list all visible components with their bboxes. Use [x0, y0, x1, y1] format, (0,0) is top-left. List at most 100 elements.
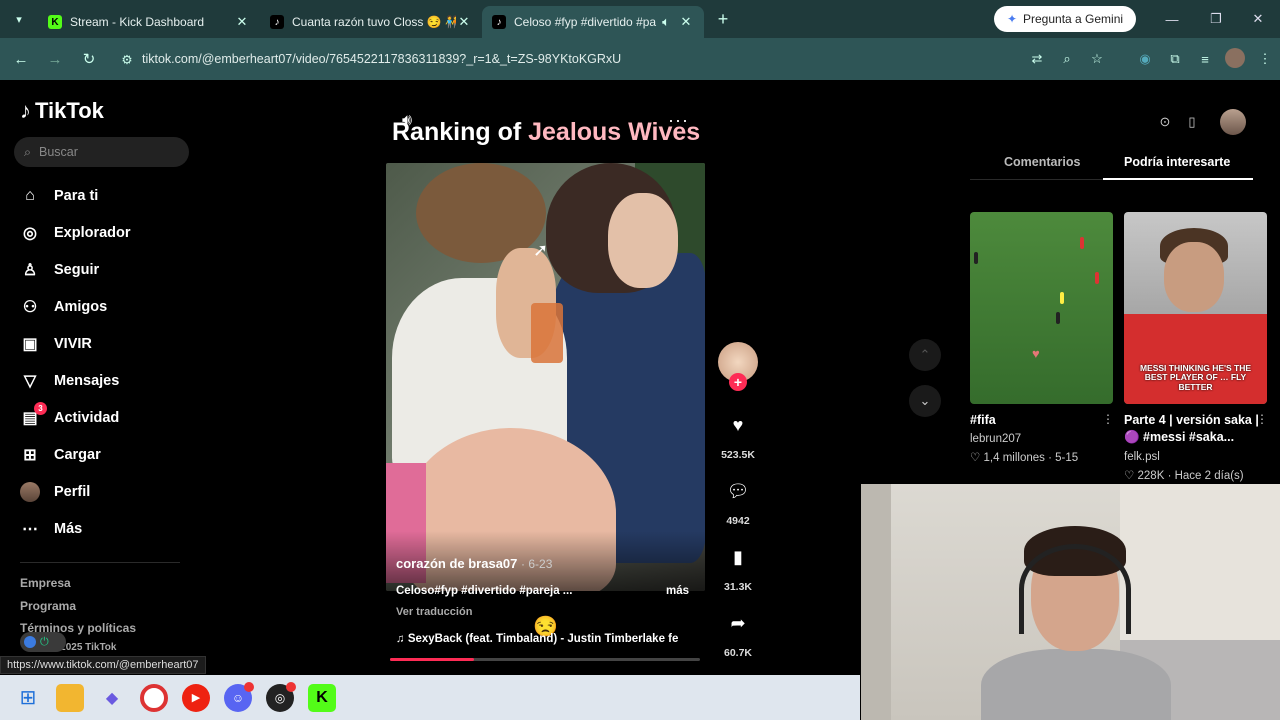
related-video-title[interactable]: #fifa — [970, 412, 1110, 429]
tab-related[interactable]: Podría interesarte — [1124, 155, 1230, 169]
sidebar-item-seguir[interactable]: ♙ Seguir — [20, 260, 99, 280]
chrome-menu-icon[interactable]: ⋮ — [1250, 51, 1280, 67]
home-icon: ⌂ — [25, 187, 35, 204]
post-date: 5-15 — [1055, 452, 1079, 464]
upload-icon: ⊞ — [23, 447, 37, 464]
user-avatar[interactable] — [1220, 109, 1246, 135]
site-info-icon[interactable]: ⚙ — [112, 52, 142, 67]
sidebar-item-label: Explorador — [54, 225, 131, 241]
chrome-icon[interactable] — [140, 683, 168, 712]
video-progress-bar[interactable] — [390, 658, 700, 661]
windows-start-icon[interactable]: ⊞ — [14, 684, 42, 712]
translate-icon[interactable]: ⇄ — [1022, 51, 1052, 67]
compass-icon[interactable]: ⊙ — [1153, 110, 1177, 134]
toolbar-icons: ⇄ ⌕ ☆ ◉ ⧉ ≡ ⋮ — [1022, 38, 1280, 80]
previous-video-button[interactable]: ⌃ — [909, 339, 941, 371]
save-button[interactable]: ▮ 31.3K — [716, 537, 760, 594]
back-arrow-icon[interactable]: ← — [4, 42, 38, 76]
video-author[interactable]: corazón de brasa07 · 6-23 — [396, 556, 552, 571]
sidebar-item-vivir[interactable]: ▣ VIVIR — [20, 334, 91, 354]
sidebar-item-label: Amigos — [54, 299, 108, 315]
sidebar-item-perfil[interactable]: Perfil — [20, 482, 90, 502]
search-icon: ⌕ — [24, 144, 32, 159]
sidebar-item-para-ti[interactable]: ⌂ Para ti — [20, 186, 98, 206]
puzzle-icon[interactable]: ⧉ — [1160, 51, 1190, 67]
comment-count: 4942 — [726, 515, 750, 527]
follow-plus-button[interactable]: + — [729, 373, 747, 391]
sidebar-item-actividad[interactable]: ▤ 3 Actividad — [20, 402, 119, 428]
close-tab-icon[interactable]: ✕ — [678, 14, 694, 30]
bookmark-star-icon[interactable]: ☆ — [1082, 51, 1112, 67]
close-window-button[interactable]: ✕ — [1236, 0, 1280, 38]
volume-icon[interactable]: 🔊︎ — [402, 112, 412, 130]
footer-link-programa[interactable]: Programa — [20, 599, 76, 613]
heart-outline-icon: ♡ — [1124, 470, 1138, 482]
sidebar-item-explorador[interactable]: ◎ Explorador — [20, 223, 131, 243]
zoom-icon[interactable]: ⌕ — [1052, 51, 1082, 67]
tiktok-favicon-icon: ♪ — [492, 15, 506, 29]
forward-arrow-icon[interactable]: → — [38, 42, 72, 76]
close-tab-icon[interactable]: ✕ — [234, 14, 250, 30]
sidebar-item-mensajes[interactable]: ▽ Mensajes — [20, 371, 119, 391]
profile-avatar — [20, 482, 40, 502]
tab-tiktok-1[interactable]: ♪ Cuanta razón tuvo Closs 😏 🧑‍🤝‍🧑 # ✕ — [260, 6, 482, 38]
tab-tiktok-active[interactable]: ♪ Celoso #fyp #divertido #pa 🔈︎ ✕ — [482, 6, 704, 38]
app-diamond-icon[interactable]: ◆ — [98, 684, 126, 712]
gemini-button[interactable]: ✦ Pregunta a Gemini — [994, 6, 1136, 32]
heart-outline-icon: ♡ — [970, 452, 984, 464]
footer-link-empresa[interactable]: Empresa — [20, 576, 71, 590]
card-menu-icon[interactable]: ⋮ — [1102, 412, 1114, 426]
new-tab-button[interactable]: + — [708, 9, 738, 30]
title-prefix: Ranking of — [392, 118, 529, 146]
heart-icon: ♥ — [1032, 346, 1040, 361]
search-input[interactable]: ⌕ Buscar — [14, 137, 189, 167]
related-video-author[interactable]: lebrun207 — [970, 433, 1021, 445]
url-field[interactable]: ⚙ tiktok.com/@emberheart07/video/7654522… — [112, 43, 1072, 75]
mobile-icon[interactable]: ▯ — [1180, 110, 1204, 134]
obs-icon[interactable]: ◎ — [266, 681, 296, 712]
related-video-title[interactable]: Parte 4 | versión saka | 🟣 #messi #saka.… — [1124, 412, 1264, 446]
sidebar-item-cargar[interactable]: ⊞ Cargar — [20, 445, 100, 465]
related-video-author[interactable]: felk.psl — [1124, 451, 1160, 463]
sidebar-item-amigos[interactable]: ⚇ Amigos — [20, 297, 107, 317]
extension-icon[interactable]: ◉ — [1130, 51, 1160, 67]
sidebar-item-label: Seguir — [54, 262, 100, 278]
sidebar-item-label: Más — [54, 521, 83, 537]
file-explorer-icon[interactable] — [56, 683, 84, 712]
comment-button[interactable]: 💬︎ 4942 — [716, 471, 760, 528]
card-menu-icon[interactable]: ⋮ — [1256, 412, 1268, 426]
activity-icon: ▤ 3 — [20, 402, 47, 428]
close-tab-icon[interactable]: ✕ — [456, 14, 472, 30]
more-caption-button[interactable]: más — [666, 585, 689, 597]
tiktok-logo[interactable]: ♪ TikTok — [20, 98, 104, 124]
active-tab-indicator — [1103, 178, 1253, 180]
share-button[interactable]: ➦ 60.7K — [716, 603, 760, 660]
video-overlay-title: Ranking of Jealous Wives — [392, 118, 700, 147]
media-icon[interactable]: ≡ — [1190, 52, 1220, 67]
kick-icon[interactable]: K — [308, 683, 336, 712]
sidebar-item-label: Para ti — [54, 188, 99, 204]
music-track[interactable]: ♫ SexyBack (feat. Timbaland) - Justin Ti… — [396, 633, 696, 645]
restore-button[interactable]: ❐ — [1194, 0, 1238, 38]
related-video-thumbnail[interactable]: MESSI THINKING HE'S THE BEST PLAYER OF …… — [1124, 212, 1267, 404]
live-icon: ▣ — [22, 336, 38, 353]
reload-icon[interactable]: ↻ — [72, 42, 106, 76]
related-video-thumbnail[interactable]: ♥ — [970, 212, 1113, 404]
speaker-icon[interactable]: 🔈︎ — [658, 14, 674, 30]
translate-link[interactable]: Ver traducción — [396, 606, 472, 618]
tab-comments[interactable]: Comentarios — [1004, 155, 1080, 169]
like-button[interactable]: ♥ 523.5K — [716, 405, 760, 462]
sidebar-item-mas[interactable]: ⋯ Más — [20, 519, 82, 539]
video-player[interactable] — [386, 163, 705, 591]
more-options-icon[interactable]: ··· — [668, 110, 689, 131]
youtube-play-icon[interactable]: ▶ — [182, 683, 210, 712]
post-date: Hace 2 día(s) — [1174, 470, 1244, 482]
next-video-button[interactable]: ⌄ — [909, 385, 941, 417]
discord-icon[interactable]: ☺ — [224, 681, 254, 712]
tab-search-icon[interactable]: ▾ — [0, 0, 38, 38]
tab-title: Cuanta razón tuvo Closs 😏 🧑‍🤝‍🧑 # — [292, 15, 456, 29]
tab-kick[interactable]: K Stream - Kick Dashboard ✕ — [38, 6, 260, 38]
minimize-button[interactable]: — — [1150, 0, 1194, 38]
profile-avatar[interactable] — [1220, 47, 1250, 71]
friends-icon: ⚇ — [22, 299, 38, 316]
